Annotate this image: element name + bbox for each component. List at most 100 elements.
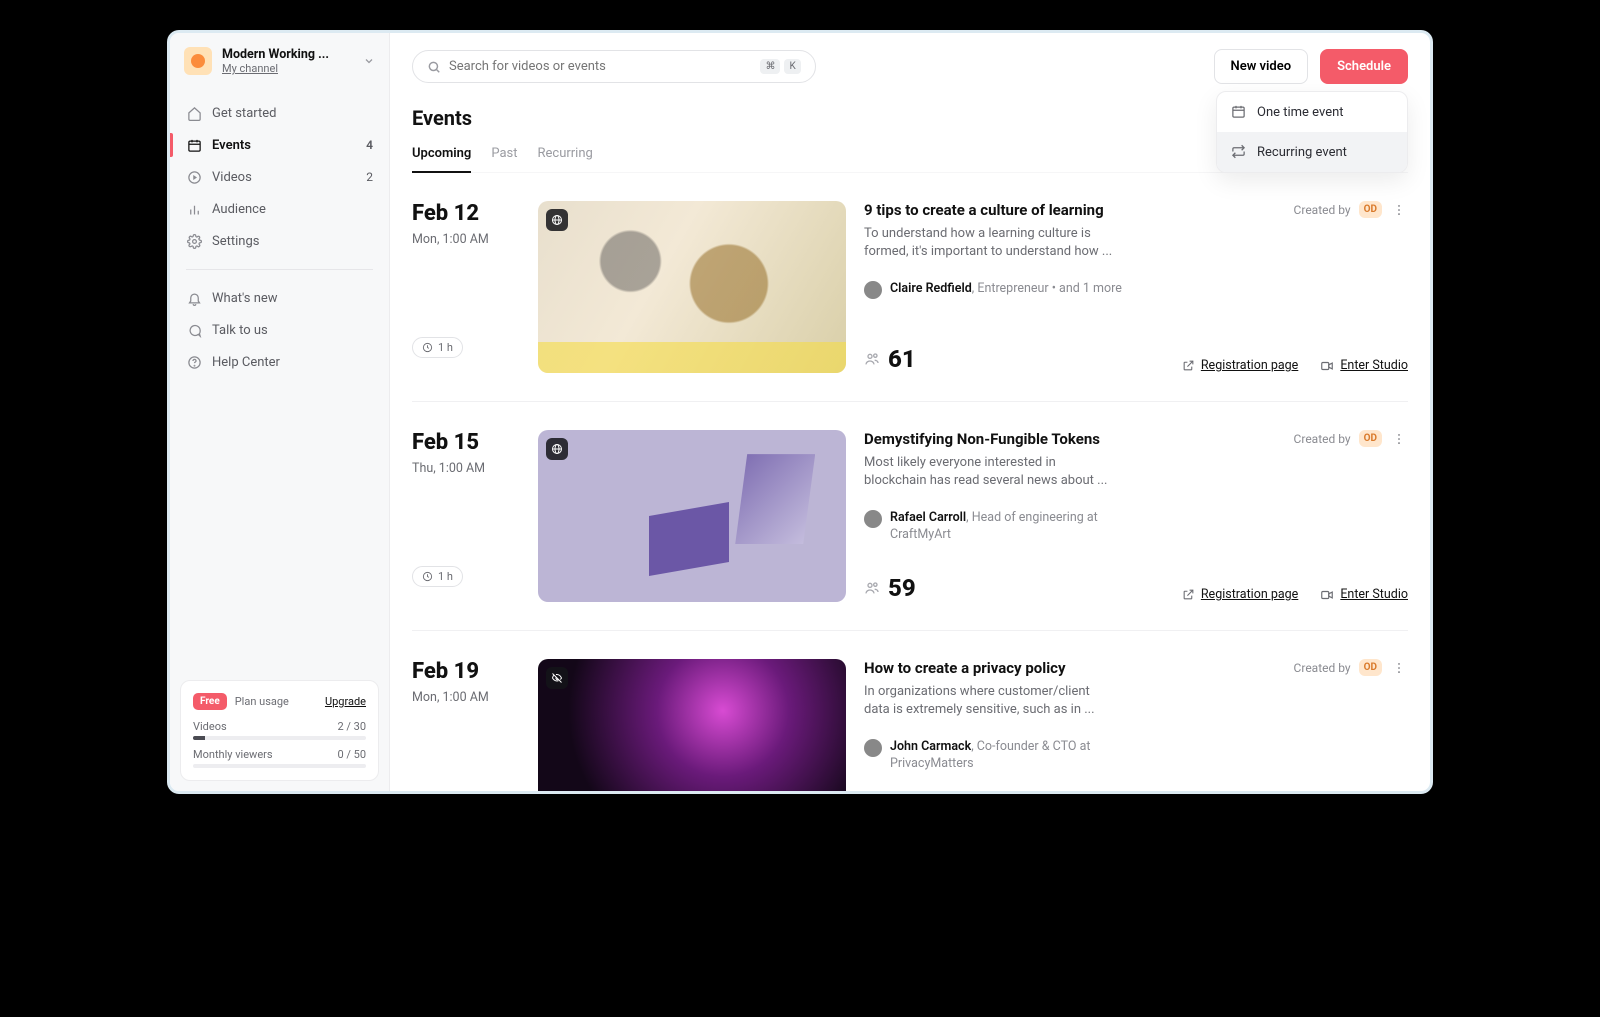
schedule-button[interactable]: Schedule — [1320, 49, 1408, 84]
event-more-button[interactable] — [1390, 661, 1408, 675]
tab-upcoming[interactable]: Upcoming — [412, 140, 471, 173]
bell-icon — [186, 290, 202, 306]
event-date-column: Feb 12 Mon, 1:00 AM 1 h — [412, 201, 520, 373]
nav-talk-to-us[interactable]: Talk to us — [170, 314, 389, 346]
event-speaker: John Carmack, Co-founder & CTO at Privac… — [864, 739, 1124, 772]
people-icon — [864, 351, 880, 367]
event-speaker: Claire Redfield, Entrepreneur • and 1 mo… — [864, 281, 1124, 299]
registration-page-link[interactable]: Registration page — [1182, 587, 1298, 602]
registration-count: 61 — [864, 345, 916, 373]
event-row: Feb 15 Thu, 1:00 AM 1 h Demystifying Non… — [412, 402, 1408, 631]
plan-viewers-label: Monthly viewers — [193, 748, 273, 761]
channel-subtitle[interactable]: My channel — [222, 62, 353, 75]
external-link-icon — [1182, 588, 1195, 601]
upgrade-link[interactable]: Upgrade — [325, 695, 366, 708]
nav-label: Audience — [212, 202, 266, 217]
content-scroll[interactable]: Events Upcoming Past Recurring Feb 12 Mo… — [390, 94, 1430, 791]
search-input[interactable]: ⌘ K — [412, 50, 816, 83]
nav-videos[interactable]: Videos 2 — [170, 161, 389, 193]
event-created-by: Created by OD — [1294, 430, 1408, 447]
event-title[interactable]: How to create a privacy policy — [864, 659, 1284, 677]
plan-videos-value: 2 / 30 — [337, 720, 366, 733]
event-info: Demystifying Non-Fungible Tokens Created… — [864, 430, 1408, 602]
nav-label: What's new — [212, 291, 278, 306]
calendar-icon — [186, 137, 202, 153]
event-description: Most likely everyone interested in block… — [864, 454, 1114, 490]
event-row: Feb 12 Mon, 1:00 AM 1 h 9 tips to create… — [412, 173, 1408, 402]
events-list: Feb 12 Mon, 1:00 AM 1 h 9 tips to create… — [412, 173, 1408, 791]
event-duration: 1 h — [412, 337, 463, 358]
creator-badge: OD — [1359, 430, 1382, 447]
nav-label: Videos — [212, 170, 252, 185]
registration-page-link[interactable]: Registration page — [1182, 358, 1298, 373]
chevron-down-icon — [363, 55, 375, 67]
plan-viewers-value: 0 / 50 — [337, 748, 366, 761]
search-field[interactable] — [449, 59, 752, 74]
plan-badge: Free — [193, 693, 227, 710]
event-info: 9 tips to create a culture of learning C… — [864, 201, 1408, 373]
new-video-button[interactable]: New video — [1214, 49, 1309, 84]
sidebar: Modern Working ... My channel Get starte… — [170, 33, 390, 791]
speaker-avatar — [864, 510, 882, 528]
dropdown-one-time-event[interactable]: One time event — [1217, 92, 1407, 132]
nav-get-started[interactable]: Get started — [170, 97, 389, 129]
creator-badge: OD — [1359, 201, 1382, 218]
repeat-icon — [1231, 144, 1247, 160]
chat-icon — [186, 322, 202, 338]
app-window: Modern Working ... My channel Get starte… — [167, 30, 1433, 794]
nav-settings[interactable]: Settings — [170, 225, 389, 257]
event-created-by: Created by OD — [1294, 659, 1408, 676]
help-circle-icon — [186, 354, 202, 370]
channel-switcher[interactable]: Modern Working ... My channel — [170, 33, 389, 85]
nav-events[interactable]: Events 4 — [170, 129, 389, 161]
event-created-by: Created by OD — [1294, 201, 1408, 218]
globe-icon — [546, 438, 568, 460]
event-description: To understand how a learning culture is … — [864, 225, 1114, 261]
plan-label: Plan usage — [235, 695, 289, 708]
nav-label: Help Center — [212, 355, 280, 370]
nav-help-center[interactable]: Help Center — [170, 346, 389, 378]
people-icon — [864, 580, 880, 596]
tab-past[interactable]: Past — [491, 140, 517, 172]
plan-viewers-meter — [193, 764, 366, 768]
search-icon — [427, 60, 441, 74]
event-thumbnail[interactable] — [538, 659, 846, 791]
nav-count: 4 — [366, 138, 373, 152]
nav-audience[interactable]: Audience — [170, 193, 389, 225]
plan-videos-label: Videos — [193, 720, 227, 733]
primary-nav: Get started Events 4 Videos 2 Audience S… — [170, 85, 389, 378]
bar-chart-icon — [186, 201, 202, 217]
speaker-avatar — [864, 739, 882, 757]
enter-studio-link[interactable]: Enter Studio — [1320, 358, 1408, 373]
event-row: Feb 19 Mon, 1:00 AM 1 h How to create a … — [412, 631, 1408, 791]
speaker-avatar — [864, 281, 882, 299]
event-title[interactable]: Demystifying Non-Fungible Tokens — [864, 430, 1284, 448]
nav-whats-new[interactable]: What's new — [170, 282, 389, 314]
event-date: Feb 12 — [412, 201, 520, 226]
main-area: ⌘ K New video Schedule One time event Re… — [390, 33, 1430, 791]
plan-usage-card: Free Plan usage Upgrade Videos 2 / 30 Mo… — [180, 680, 379, 781]
event-date-column: Feb 19 Mon, 1:00 AM 1 h — [412, 659, 520, 791]
topbar: ⌘ K New video Schedule — [390, 33, 1430, 94]
event-date-column: Feb 15 Thu, 1:00 AM 1 h — [412, 430, 520, 602]
event-thumbnail[interactable] — [538, 201, 846, 373]
event-duration: 1 h — [412, 566, 463, 587]
tab-recurring[interactable]: Recurring — [537, 140, 592, 172]
video-icon — [1320, 359, 1334, 373]
dropdown-recurring-event[interactable]: Recurring event — [1217, 132, 1407, 172]
enter-studio-link[interactable]: Enter Studio — [1320, 587, 1408, 602]
event-title[interactable]: 9 tips to create a culture of learning — [864, 201, 1284, 219]
creator-badge: OD — [1359, 659, 1382, 676]
nav-label: Get started — [212, 106, 276, 121]
search-shortcut: ⌘ K — [760, 59, 800, 74]
event-info: How to create a privacy policy Created b… — [864, 659, 1408, 791]
event-daytime: Thu, 1:00 AM — [412, 461, 520, 476]
event-daytime: Mon, 1:00 AM — [412, 232, 520, 247]
event-more-button[interactable] — [1390, 432, 1408, 446]
event-thumbnail[interactable] — [538, 430, 846, 602]
nav-label: Talk to us — [212, 323, 268, 338]
event-description: In organizations where customer/client d… — [864, 683, 1114, 719]
home-icon — [186, 105, 202, 121]
event-date: Feb 19 — [412, 659, 520, 684]
event-more-button[interactable] — [1390, 203, 1408, 217]
